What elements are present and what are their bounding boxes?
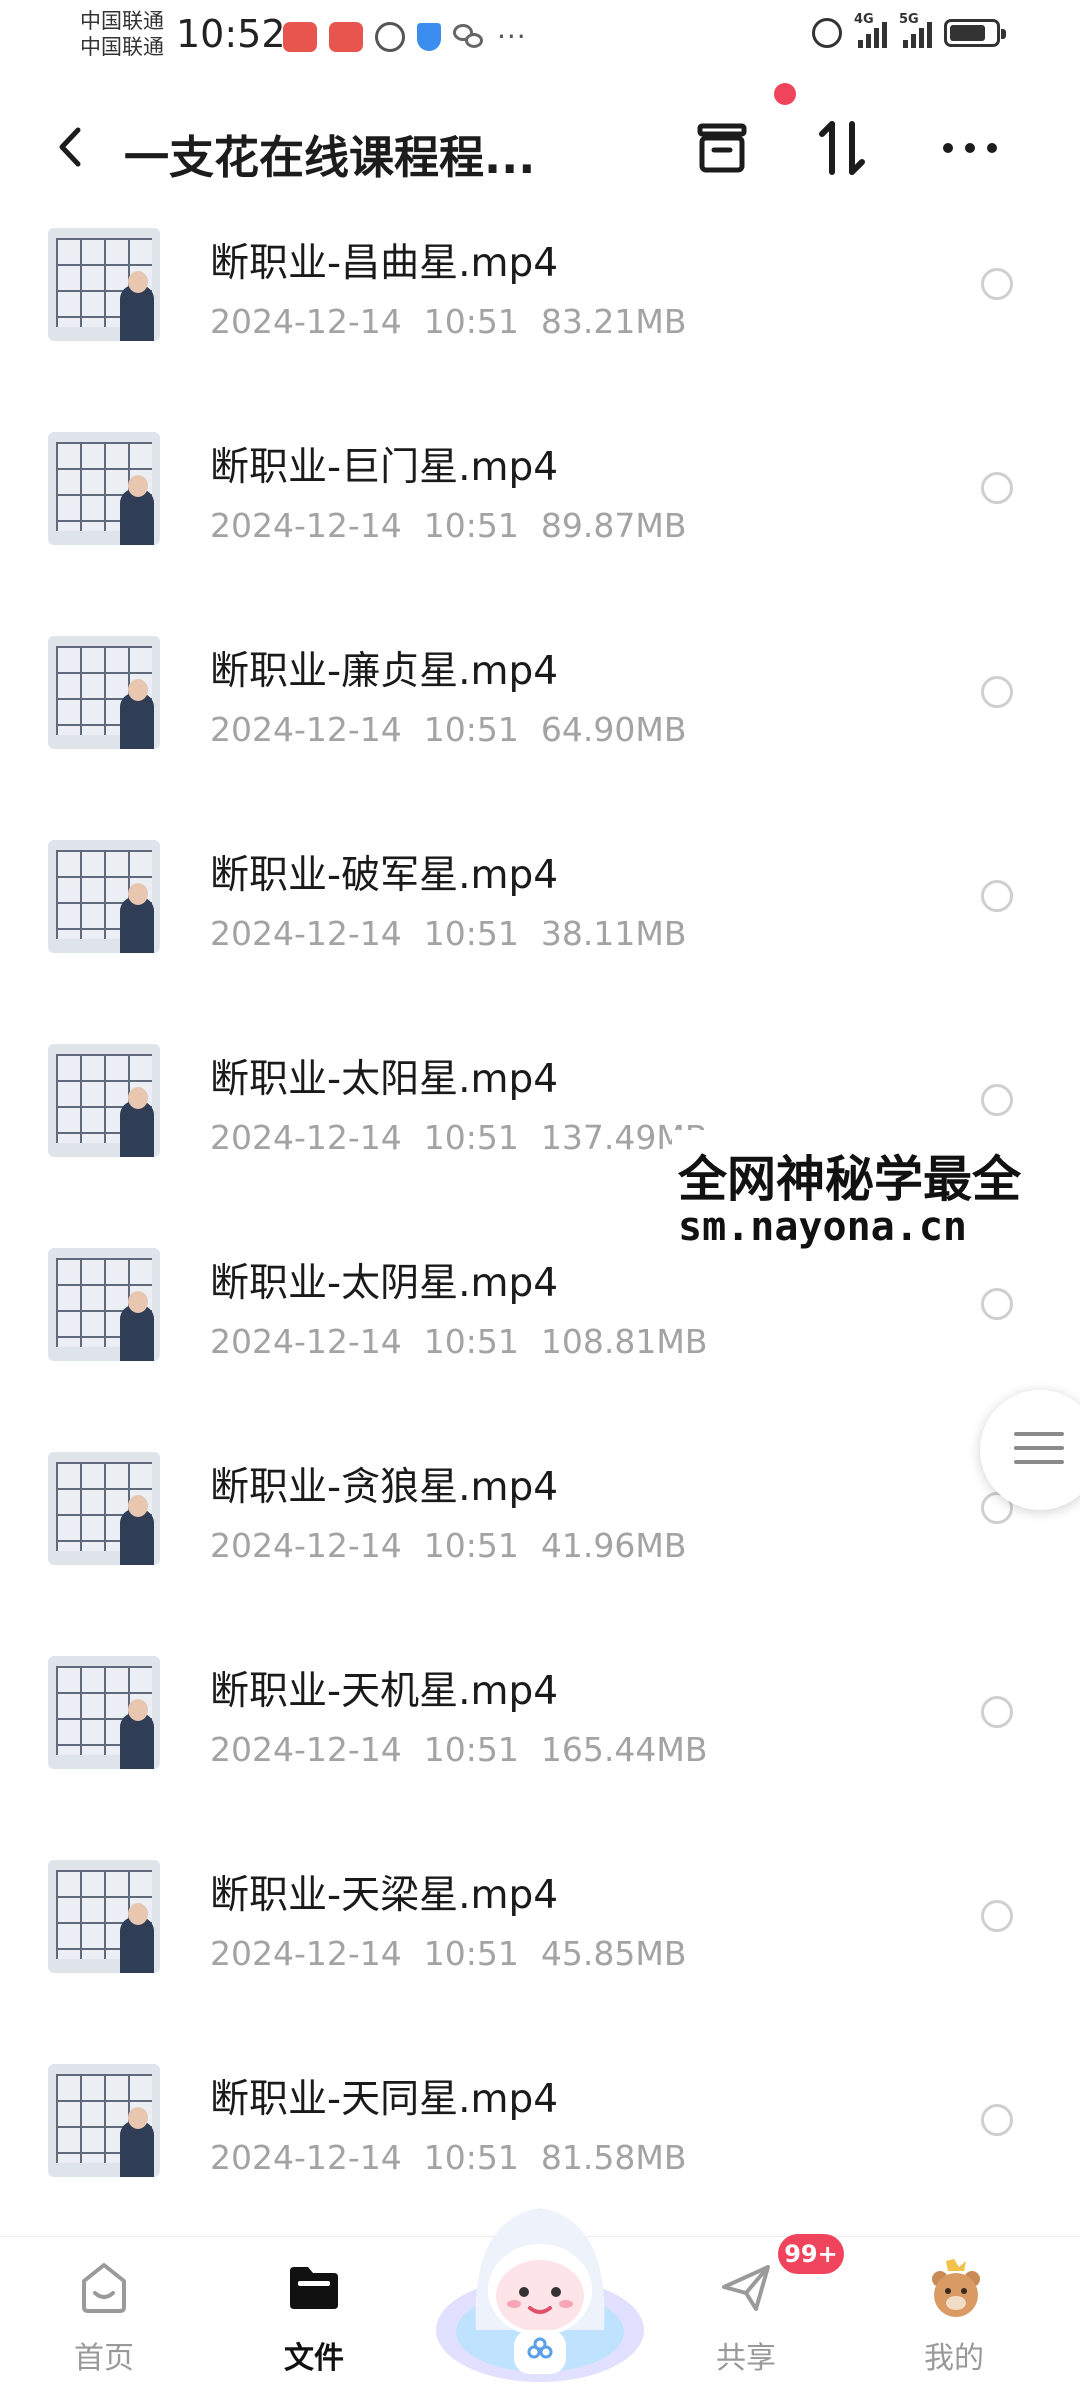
timer-icon [375,21,405,52]
notification-icons: ··· [283,20,527,53]
file-meta: 2024-12-14 10:51 83.21MB [210,302,687,341]
file-meta: 2024-12-14 10:51 38.11MB [210,914,687,953]
signal-type: 5G [899,12,919,27]
video-thumbnail [48,1860,160,1973]
signal-icon: 4G [854,12,887,48]
archive-button[interactable] [687,110,757,186]
profile-icon [924,2257,984,2317]
select-radio[interactable] [981,880,1013,912]
share-icon [716,2257,776,2317]
file-meta: 2024-12-14 10:51 165.44MB [210,1730,708,1769]
watermark-text: 全网神秘学最全 [678,1151,1022,1208]
watermark-url: sm.nayona.cn [678,1204,967,1250]
file-row[interactable]: 断职业-廉贞星.mp4 2024-12-14 10:51 64.90MB [0,616,1080,820]
nav-profile-label: 我的 [924,2341,984,2376]
file-name: 断职业-太阳星.mp4 [210,1057,559,1102]
nav-home-label: 首页 [74,2341,134,2376]
file-name: 断职业-廉贞星.mp4 [210,649,559,694]
file-name: 断职业-天梁星.mp4 [210,1873,559,1918]
more-notifications-icon: ··· [497,20,527,53]
file-meta: 2024-12-14 10:51 45.85MB [210,1934,687,1973]
sort-icon [819,121,865,175]
signal-icon: 5G [899,12,932,48]
select-radio[interactable] [981,2104,1013,2136]
file-row[interactable]: 断职业-天梁星.mp4 2024-12-14 10:51 45.85MB [0,1840,1080,2044]
nav-home[interactable]: 首页 [34,2257,174,2387]
home-icon [74,2257,134,2317]
status-bar: 中国联通 中国联通 10:52 ··· 4G 5G [0,0,1080,80]
sort-button[interactable] [807,110,877,186]
select-radio[interactable] [981,1900,1013,1932]
archive-icon [697,123,747,173]
assistant-mascot-button[interactable] [430,2180,650,2390]
notification-dot [774,83,796,105]
nav-files[interactable]: 文件 [244,2257,384,2387]
nav-profile[interactable]: 我的 [884,2257,1024,2387]
video-thumbnail [48,840,160,953]
select-radio[interactable] [981,1288,1013,1320]
top-app-bar: 一支花在线课程程... [0,83,1080,208]
back-icon [59,127,81,167]
carrier-labels: 中国联通 中国联通 [80,8,164,60]
menu-icon [1014,1432,1064,1474]
file-row[interactable]: 断职业-昌曲星.mp4 2024-12-14 10:51 83.21MB [0,208,1080,412]
file-name: 断职业-破军星.mp4 [210,853,559,898]
battery-icon [944,19,1006,47]
video-thumbnail [48,636,160,749]
wechat-icon [453,23,485,50]
file-row[interactable]: 断职业-贪狼星.mp4 2024-12-14 10:51 41.96MB [0,1432,1080,1636]
video-thumbnail [48,2064,160,2177]
shield-icon [417,22,441,51]
alarm-icon [812,18,842,48]
file-meta: 2024-12-14 10:51 41.96MB [210,1526,687,1565]
carrier-1: 中国联通 [80,9,164,33]
file-name: 断职业-贪狼星.mp4 [210,1465,559,1510]
more-options-button[interactable] [935,110,1005,186]
file-name: 断职业-巨门星.mp4 [210,445,559,490]
app-notification-icon [329,21,363,52]
file-name: 断职业-天同星.mp4 [210,2077,559,2122]
file-meta: 2024-12-14 10:51 81.58MB [210,2138,687,2177]
system-icons: 4G 5G [812,12,1006,48]
file-row[interactable]: 断职业-破军星.mp4 2024-12-14 10:51 38.11MB [0,820,1080,1024]
file-name: 断职业-昌曲星.mp4 [210,241,559,286]
folder-icon [284,2257,344,2317]
nav-share[interactable]: 共享 [676,2257,816,2387]
video-thumbnail [48,1452,160,1565]
status-clock: 10:52 [176,12,286,56]
back-button[interactable] [52,122,92,172]
file-meta: 2024-12-14 10:51 137.49MB [210,1118,708,1157]
file-name: 断职业-太阴星.mp4 [210,1261,559,1306]
file-meta: 2024-12-14 10:51 64.90MB [210,710,687,749]
select-radio[interactable] [981,1084,1013,1116]
select-radio[interactable] [981,268,1013,300]
nav-files-label: 文件 [284,2341,344,2376]
share-count-badge: 99+ [778,2234,844,2274]
file-meta: 2024-12-14 10:51 89.87MB [210,506,687,545]
mascot-icon [436,2208,644,2382]
page-title: 一支花在线课程程... [124,131,536,184]
signal-type: 4G [854,12,874,27]
more-icon [943,143,997,153]
select-radio[interactable] [981,472,1013,504]
video-thumbnail [48,1044,160,1157]
file-name: 断职业-天机星.mp4 [210,1669,559,1714]
file-meta: 2024-12-14 10:51 108.81MB [210,1322,708,1361]
select-radio[interactable] [981,1696,1013,1728]
file-row[interactable]: 断职业-天机星.mp4 2024-12-14 10:51 165.44MB [0,1636,1080,1840]
video-thumbnail [48,432,160,545]
carrier-2: 中国联通 [80,35,164,59]
select-radio[interactable] [981,676,1013,708]
nav-share-label: 共享 [716,2341,776,2376]
file-row[interactable]: 断职业-巨门星.mp4 2024-12-14 10:51 89.87MB [0,412,1080,616]
video-thumbnail [48,1656,160,1769]
video-thumbnail [48,228,160,341]
watermark-overlay: 全网神秘学最全 sm.nayona.cn [672,1130,1080,1260]
video-thumbnail [48,1248,160,1361]
app-notification-icon [283,21,317,52]
